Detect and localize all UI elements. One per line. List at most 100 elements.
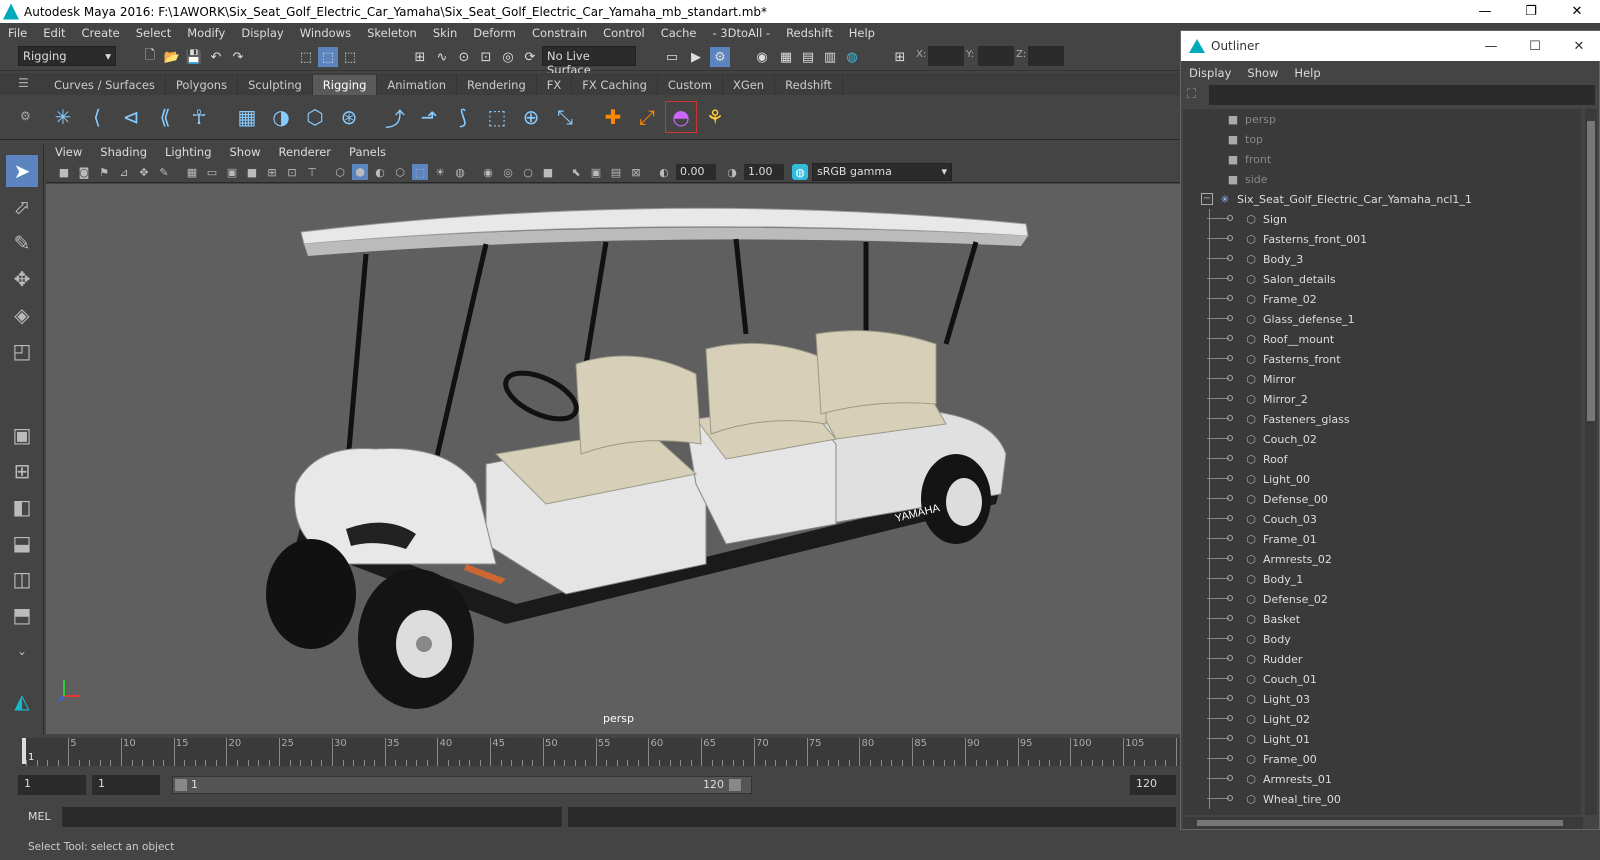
menu-cache[interactable]: Cache: [653, 26, 705, 40]
single-view-layout-icon[interactable]: ▣: [6, 419, 38, 451]
outliner-search-input[interactable]: [1209, 85, 1595, 105]
outliner-item[interactable]: ⬡ Fasterns_front: [1183, 349, 1581, 369]
new-scene-icon[interactable]: 🗋: [140, 47, 160, 67]
shelf-tab-xgen[interactable]: XGen: [723, 75, 776, 95]
paint-select-tool-icon[interactable]: ✎: [6, 227, 38, 259]
undo-icon[interactable]: ↶: [206, 47, 226, 67]
outliner-item[interactable]: ⬡ Wheal_tire_00: [1183, 789, 1581, 809]
time-ruler[interactable]: 1 5 10 15 20 25 30 35 40 45 50 55 60 65 70 75 80 85 90 95 1…: [22, 738, 1180, 766]
outliner-item[interactable]: ⬡ Salon_details: [1183, 269, 1581, 289]
safe-title-icon[interactable]: ⊤: [304, 164, 320, 180]
outliner-item[interactable]: ⬡ Mirror_2: [1183, 389, 1581, 409]
range-end-handle[interactable]: [729, 779, 741, 791]
close-button[interactable]: ✕: [1554, 0, 1600, 23]
z-field[interactable]: [1028, 46, 1064, 66]
menu-modify[interactable]: Modify: [179, 26, 233, 40]
exposure-icon[interactable]: ◐: [656, 164, 672, 180]
snap-point-icon[interactable]: ⊙: [454, 47, 474, 67]
outliner-item[interactable]: ⬡ Rudder: [1183, 649, 1581, 669]
outliner-item[interactable]: ⬡ Fasterns_front_001: [1183, 229, 1581, 249]
outliner-menu-display[interactable]: Display: [1181, 66, 1239, 80]
menu-windows[interactable]: Windows: [292, 26, 359, 40]
rotate-tool-icon[interactable]: ◈: [6, 299, 38, 331]
vp-menu-shading[interactable]: Shading: [91, 145, 156, 159]
resolution-gate-icon[interactable]: ▣: [224, 164, 240, 180]
shelf-tab-curves-surfaces[interactable]: Curves / Surfaces: [44, 75, 166, 95]
collapse-icon[interactable]: −: [1201, 193, 1213, 205]
move-tool-icon[interactable]: ✥: [6, 263, 38, 295]
outliner-item[interactable]: ⬡ Light_01: [1183, 729, 1581, 749]
transform-mode-icon[interactable]: ⊞: [890, 47, 910, 67]
lattice-icon[interactable]: ⬡: [300, 102, 330, 132]
parent-constraint-icon[interactable]: ✚: [598, 102, 628, 132]
menu-3dtoall[interactable]: - 3DtoAll -: [704, 26, 778, 40]
outliner-item[interactable]: ⬡ Mirror: [1183, 369, 1581, 389]
joint-tool-icon[interactable]: ✳: [48, 102, 78, 132]
mel-input[interactable]: [62, 807, 562, 827]
mel-label[interactable]: MEL: [28, 810, 51, 823]
playback-start-field[interactable]: 1: [92, 775, 160, 795]
select-tool-icon[interactable]: ➤: [6, 155, 38, 187]
shelf-tab-fx-caching[interactable]: FX Caching: [572, 75, 658, 95]
menu-control[interactable]: Control: [595, 26, 653, 40]
outliner-item[interactable]: ⬡ Glass_defense_1: [1183, 309, 1581, 329]
snap-surface-icon[interactable]: ◎: [498, 47, 518, 67]
anti-aliasing-icon[interactable]: ○: [520, 164, 536, 180]
lasso-tool-icon[interactable]: ⬀: [6, 191, 38, 223]
mirror-joint-icon[interactable]: ⊲: [116, 102, 146, 132]
live-surface-icon[interactable]: ⟳: [520, 47, 540, 67]
maximize-button[interactable]: ❐: [1508, 0, 1554, 23]
xray-icon[interactable]: ▣: [588, 164, 604, 180]
camera-select-icon[interactable]: ■: [56, 164, 72, 180]
bind-skin-icon[interactable]: ⟆: [448, 102, 478, 132]
curve-tool-icon[interactable]: ⤡: [550, 102, 580, 132]
vp-menu-renderer[interactable]: Renderer: [270, 145, 341, 159]
more-layouts-icon[interactable]: ⌄: [6, 635, 38, 667]
textured-icon[interactable]: ⬚: [412, 164, 428, 180]
menu-skin[interactable]: Skin: [425, 26, 465, 40]
outliner-item[interactable]: ⬡ Fasteners_glass: [1183, 409, 1581, 429]
select-component-icon[interactable]: ⬚: [340, 47, 360, 67]
vp-menu-lighting[interactable]: Lighting: [156, 145, 220, 159]
outliner-item[interactable]: ⬡ Armrests_01: [1183, 769, 1581, 789]
outliner-item[interactable]: ⬡ Light_02: [1183, 709, 1581, 729]
outliner-item-camera[interactable]: ■ persp: [1183, 109, 1581, 129]
outliner-item-camera[interactable]: ■ top: [1183, 129, 1581, 149]
quick-rig-icon[interactable]: ☥: [184, 102, 214, 132]
menu-select[interactable]: Select: [128, 26, 179, 40]
outliner-menu-show[interactable]: Show: [1239, 66, 1286, 80]
outliner-item-camera[interactable]: ■ side: [1183, 169, 1581, 189]
persp-graph-layout-icon[interactable]: ⬓: [6, 527, 38, 559]
screen-space-ao-icon[interactable]: ◉: [480, 164, 496, 180]
range-start-handle[interactable]: [175, 779, 187, 791]
snap-grid-icon[interactable]: ⊞: [410, 47, 430, 67]
shelf-tab-animation[interactable]: Animation: [377, 75, 458, 95]
vp-menu-panels[interactable]: Panels: [340, 145, 395, 159]
outliner-item[interactable]: ⬡ Basket: [1183, 609, 1581, 629]
shelf-tab-fx[interactable]: FX: [537, 75, 573, 95]
menu-skeleton[interactable]: Skeleton: [359, 26, 425, 40]
redo-icon[interactable]: ↷: [228, 47, 248, 67]
four-view-layout-icon[interactable]: ⊞: [6, 455, 38, 487]
hik-icon[interactable]: ▦: [232, 102, 262, 132]
snapshot-icon[interactable]: ▥: [820, 47, 840, 67]
outliner-item-camera[interactable]: ■ front: [1183, 149, 1581, 169]
ipr-render-icon[interactable]: ▤: [798, 47, 818, 67]
outliner-horizontal-scrollbar[interactable]: [1183, 817, 1583, 829]
outliner-item[interactable]: ⬡ Frame_00: [1183, 749, 1581, 769]
gate-mask-icon[interactable]: ■: [244, 164, 260, 180]
scroll-thumb[interactable]: [1197, 820, 1563, 826]
shelf-tab-custom[interactable]: Custom: [658, 75, 723, 95]
paint-weights-icon[interactable]: ⬚: [482, 102, 512, 132]
menu-file[interactable]: File: [0, 26, 35, 40]
outliner-menu-help[interactable]: Help: [1286, 66, 1328, 80]
menu-create[interactable]: Create: [74, 26, 128, 40]
render-settings-icon[interactable]: ⚙: [710, 47, 730, 67]
shelf-menu-icon[interactable]: ☰: [18, 76, 29, 90]
xray-joints-icon[interactable]: ▤: [608, 164, 624, 180]
gamma-icon[interactable]: ◑: [724, 164, 740, 180]
snap-curve-icon[interactable]: ∿: [432, 47, 452, 67]
exposure-field[interactable]: 0.00: [676, 164, 716, 180]
render-current-icon[interactable]: ▶: [686, 47, 706, 67]
ik-spline-icon[interactable]: ⬏: [414, 102, 444, 132]
